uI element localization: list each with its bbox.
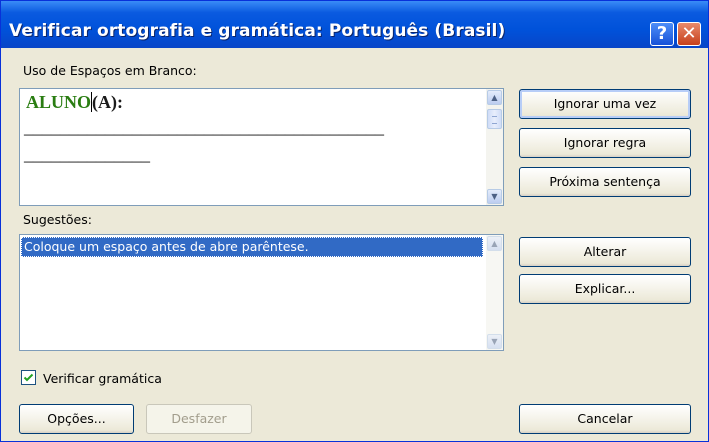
help-button[interactable]: ? (650, 22, 674, 46)
suggestions-scrollbar[interactable]: ▲ ▼ (486, 235, 503, 350)
undo-button: Desfazer (146, 404, 252, 434)
next-sentence-button[interactable]: Próxima sentença (519, 167, 691, 197)
whitespace-label: Uso de Espaços em Branco: (23, 63, 197, 78)
options-button[interactable]: Opções... (19, 404, 134, 434)
explain-button[interactable]: Explicar... (519, 274, 691, 304)
sentence-rest: (A): (91, 92, 123, 112)
cancel-button[interactable]: Cancelar (519, 404, 691, 434)
ignore-rule-button[interactable]: Ignorar regra (519, 128, 691, 158)
close-button[interactable]: ✕ (677, 22, 701, 46)
underline-line-1: ________________________________________ (24, 117, 384, 137)
suggestion-item[interactable]: Coloque um espaço antes de abre parêntes… (21, 237, 483, 257)
change-button[interactable]: Alterar (519, 237, 691, 267)
scroll-thumb[interactable] (487, 109, 502, 129)
scroll-down-icon[interactable]: ▼ (487, 334, 502, 349)
ignore-once-button[interactable]: Ignorar uma vez (519, 89, 691, 119)
spell-check-dialog: Verificar ortografia e gramática: Portug… (0, 0, 709, 442)
sentence-word: ALUNO (26, 92, 92, 112)
checkmark-icon (23, 373, 34, 382)
underline-line-2: ______________ (24, 144, 150, 164)
check-grammar-checkbox[interactable] (21, 370, 36, 385)
sentence-heading: ALUNO(A): (26, 92, 123, 113)
check-grammar-label: Verificar gramática (43, 371, 162, 386)
suggestions-list[interactable]: Coloque um espaço antes de abre parêntes… (19, 234, 504, 351)
scroll-up-icon[interactable]: ▲ (487, 236, 502, 251)
scroll-down-icon[interactable]: ▼ (487, 189, 502, 204)
suggestions-label: Sugestões: (23, 212, 92, 227)
sentence-scrollbar[interactable]: ▲ ▼ (486, 89, 503, 205)
sentence-textbox[interactable]: ALUNO(A): ______________________________… (19, 88, 504, 206)
window-title: Verificar ortografia e gramática: Portug… (9, 21, 506, 41)
title-bar: Verificar ortografia e gramática: Portug… (1, 1, 708, 48)
scroll-up-icon[interactable]: ▲ (487, 90, 502, 105)
